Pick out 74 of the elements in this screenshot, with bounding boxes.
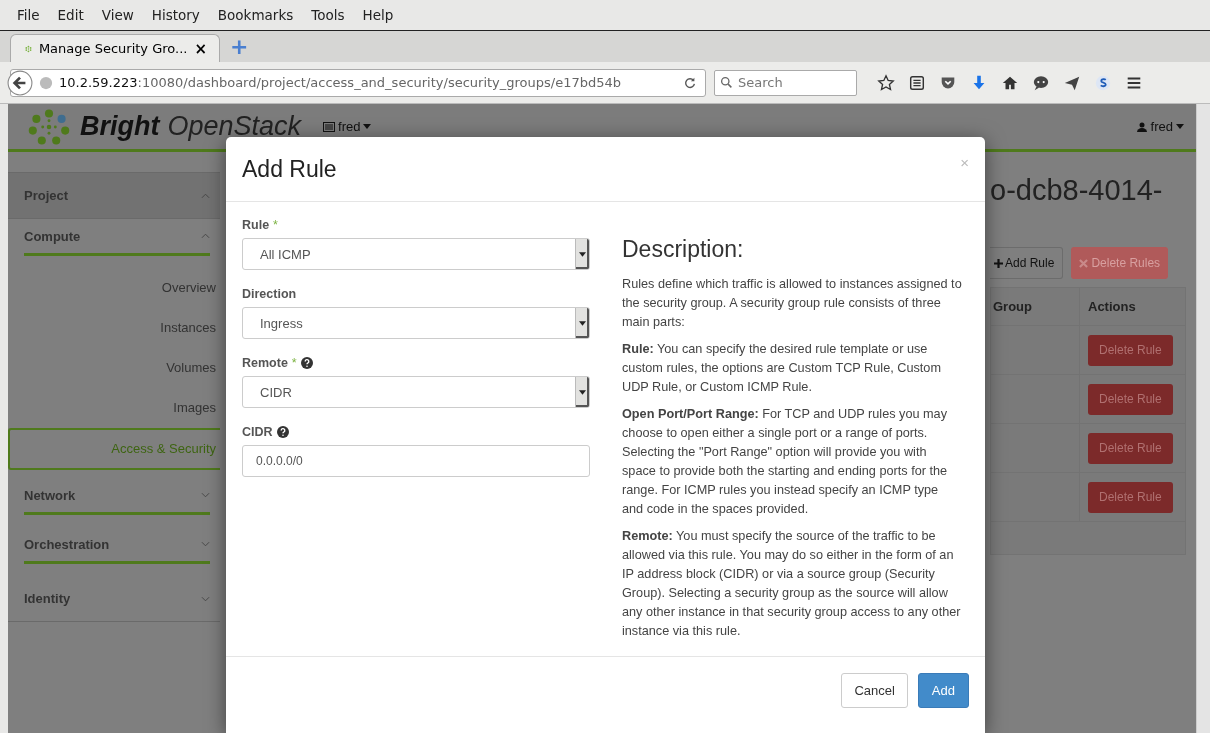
menu-item[interactable]: File bbox=[8, 7, 49, 23]
description-paragraph: Rules define which traffic is allowed to instances assigned to the security group. A security group rule consists of three main parts: bbox=[622, 276, 962, 331]
description-paragraph: Remote: You must specify the source of the traffic to be allowed via this rule. You may do so either in the form of an IP address block (CIDR) or via a source group (Security Group). Selecting a security group as the source will allow any other instance in that security group access to any other instance via this rule. bbox=[622, 528, 962, 640]
s-logo-icon[interactable] bbox=[1094, 73, 1112, 92]
reload-icon[interactable] bbox=[683, 75, 697, 90]
tab-title: Manage Security Gro... bbox=[38, 41, 188, 56]
help-icon[interactable] bbox=[276, 426, 289, 438]
sidebar-item[interactable]: Overview bbox=[8, 268, 220, 308]
globe-icon bbox=[39, 75, 53, 90]
description-paragraph: Open Port/Port Range: For TCP and UDP rules you may choose to open either a single port or a range of ports. Selecting the "Port Range" option will provide you with space to provide both the starting and ending ports for the range. For ICMP rules you instead specify an ICMP type and code in the spaces provided. bbox=[622, 406, 949, 518]
menu-item[interactable]: Help bbox=[353, 7, 403, 23]
menu-item[interactable]: History bbox=[142, 7, 209, 23]
close-icon bbox=[1079, 258, 1089, 268]
delete-rule-button[interactable]: Delete Rule bbox=[1088, 481, 1173, 513]
required-asterisk: * bbox=[273, 218, 278, 232]
star-icon[interactable] bbox=[877, 73, 895, 92]
column-header: Actions bbox=[1087, 298, 1137, 316]
sidebar-section[interactable]: Identity bbox=[8, 576, 220, 622]
column-header: Group bbox=[991, 288, 1080, 325]
sidebar-item[interactable]: Instances bbox=[8, 308, 220, 348]
brand-name: Bright bbox=[80, 111, 160, 142]
close-tab-button[interactable]: × bbox=[194, 39, 207, 58]
back-icon[interactable] bbox=[7, 69, 33, 96]
menu-item[interactable]: Bookmarks bbox=[208, 7, 303, 23]
description-heading: Description: bbox=[622, 236, 745, 263]
chat-icon[interactable] bbox=[1032, 73, 1050, 92]
field-label: Rule bbox=[242, 218, 270, 232]
search-field[interactable]: Search bbox=[714, 69, 857, 96]
sidebar-item[interactable]: Images bbox=[8, 388, 220, 428]
sidebar-group[interactable]: Network bbox=[24, 478, 210, 515]
input-field[interactable]: 0.0.0.0/0 bbox=[242, 445, 590, 477]
sidebar-section[interactable]: Project bbox=[8, 172, 220, 219]
browser-tab[interactable]: Manage Security Gro... × bbox=[10, 34, 220, 62]
dialog-title: Add Rule bbox=[242, 155, 337, 183]
field-label: Remote bbox=[242, 356, 288, 370]
delete-rule-button[interactable]: Delete Rule bbox=[1088, 383, 1173, 415]
brand-name: OpenStack bbox=[167, 111, 302, 142]
delete-rules-button[interactable]: Delete Rules bbox=[1071, 247, 1169, 279]
user-menu[interactable]: fred bbox=[1135, 119, 1184, 134]
delete-rule-button[interactable]: Delete Rule bbox=[1088, 334, 1173, 366]
menu-item[interactable]: Edit bbox=[48, 7, 93, 23]
select-field[interactable]: All ICMP bbox=[242, 238, 590, 270]
plus-icon bbox=[994, 258, 1003, 268]
sidebar-group[interactable]: Orchestration bbox=[24, 527, 210, 564]
address-bar[interactable]: 10.2.59.223:10080/dashboard/project/access_and_security/security_groups/e17bd54b bbox=[10, 68, 706, 97]
add-rule-button[interactable]: Add Rule bbox=[990, 247, 1064, 279]
page-title: o-dcb8-4014- bbox=[990, 174, 1164, 207]
sidebar-group[interactable]: Compute bbox=[24, 219, 210, 256]
menu-item[interactable]: View bbox=[92, 7, 143, 23]
add-button[interactable]: Add bbox=[917, 673, 969, 708]
new-tab-button[interactable]: + bbox=[230, 34, 249, 59]
user-icon bbox=[1135, 121, 1148, 132]
menu-item[interactable]: Tools bbox=[302, 7, 354, 23]
description-paragraph: Rule: You can specify the desired rule template or use custom rules, the options are Custom TCP Rule, Custom UDP Rule, or Custom ICMP Rule. bbox=[622, 341, 942, 396]
field-label: CIDR bbox=[242, 425, 273, 439]
project-dropdown[interactable]: fred bbox=[323, 119, 372, 134]
delete-rule-button[interactable]: Delete Rule bbox=[1088, 432, 1173, 464]
list-icon bbox=[323, 121, 336, 132]
cancel-button[interactable]: Cancel bbox=[841, 673, 908, 708]
help-icon[interactable] bbox=[300, 357, 313, 369]
sidebar-item[interactable]: Volumes bbox=[8, 348, 220, 388]
dropdown-arrow-icon bbox=[579, 251, 586, 257]
select-field[interactable]: CIDR bbox=[242, 376, 590, 408]
scrollbar[interactable] bbox=[1196, 104, 1210, 733]
required-asterisk: * bbox=[291, 356, 297, 370]
select-field[interactable]: Ingress bbox=[242, 307, 590, 339]
caret-icon bbox=[363, 124, 372, 129]
caret-icon bbox=[1176, 124, 1184, 129]
dropdown-arrow-icon bbox=[579, 389, 586, 395]
url-text: 10.2.59.223:10080/dashboard/project/access_and_security/security_groups/e17bd54b bbox=[59, 75, 623, 90]
reading-list-icon[interactable] bbox=[908, 73, 926, 92]
dropdown-arrow-icon bbox=[579, 320, 586, 326]
field-label: Direction bbox=[242, 287, 297, 301]
search-icon bbox=[720, 75, 733, 89]
